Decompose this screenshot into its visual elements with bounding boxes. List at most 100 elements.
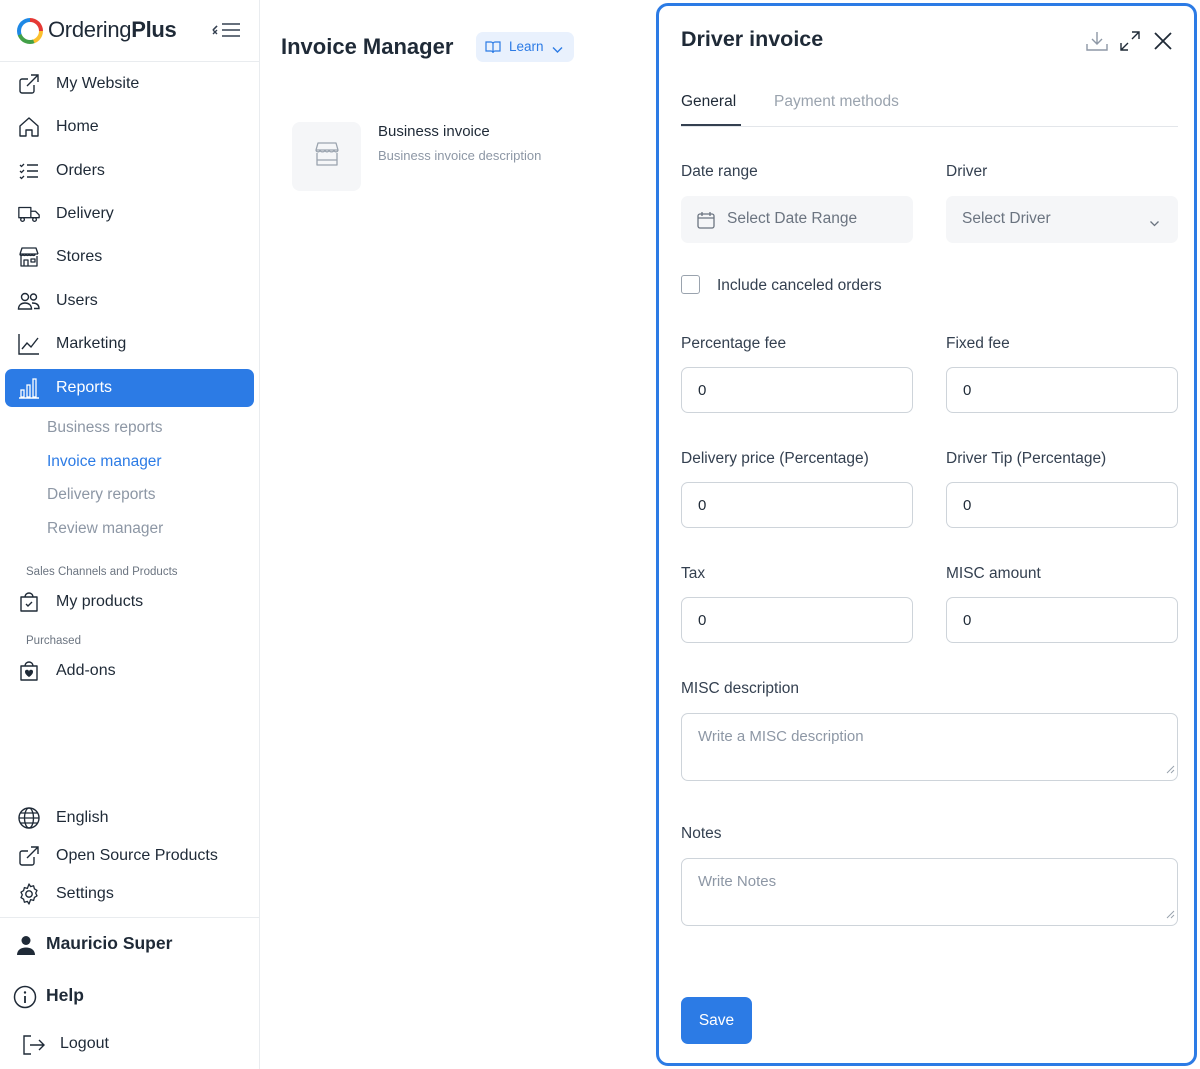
tabs-divider bbox=[681, 126, 1178, 127]
sidebar-item-label: My products bbox=[56, 593, 144, 610]
driver-select[interactable]: Select Driver bbox=[946, 196, 1178, 243]
book-icon bbox=[485, 40, 501, 57]
business-invoice-card[interactable]: Business invoice Business invoice descri… bbox=[292, 122, 592, 192]
tab-payment-methods[interactable]: Payment methods bbox=[774, 93, 899, 111]
active-tab-indicator bbox=[681, 124, 741, 126]
sidebar-item-reports[interactable]: Reports bbox=[5, 369, 254, 407]
sidebar-item-label: Settings bbox=[56, 885, 114, 902]
sidebar-item-label: Home bbox=[56, 118, 99, 135]
misc-description-placeholder: Write a MISC description bbox=[698, 728, 864, 745]
sidebar-item-label: Add-ons bbox=[56, 662, 116, 679]
notes-placeholder: Write Notes bbox=[698, 873, 777, 890]
bar-chart-icon bbox=[17, 377, 41, 399]
business-invoice-title: Business invoice bbox=[378, 123, 490, 140]
notes-label: Notes bbox=[681, 825, 722, 842]
gear-icon bbox=[17, 883, 41, 905]
page-title: Invoice Manager bbox=[281, 34, 454, 59]
misc-amount-input[interactable]: 0 bbox=[946, 597, 1178, 643]
users-icon bbox=[17, 290, 41, 312]
brand-name: OrderingPlus bbox=[48, 17, 177, 42]
chevron-down-icon bbox=[1149, 215, 1160, 233]
sidebar-item-stores[interactable]: Stores bbox=[5, 238, 254, 276]
logo-row: OrderingPlus bbox=[0, 0, 259, 62]
business-invoice-thumbnail bbox=[292, 122, 361, 191]
resize-grip-icon[interactable] bbox=[1166, 906, 1175, 923]
include-canceled-label[interactable]: Include canceled orders bbox=[717, 277, 882, 295]
sidebar-item-marketing[interactable]: Marketing bbox=[5, 325, 254, 363]
tab-general[interactable]: General bbox=[681, 93, 736, 111]
language-selector[interactable]: English bbox=[5, 799, 254, 837]
driver-label: Driver bbox=[946, 163, 988, 180]
sidebar-subitem-review-manager[interactable]: Review manager bbox=[47, 520, 163, 538]
graph-up-icon bbox=[17, 333, 41, 355]
sidebar-item-my-products[interactable]: My products bbox=[5, 583, 254, 621]
include-canceled-checkbox[interactable] bbox=[681, 275, 700, 294]
section-caption-sales-channels: Sales Channels and Products bbox=[26, 566, 178, 578]
learn-button[interactable]: Learn bbox=[476, 32, 574, 62]
shop-icon bbox=[17, 246, 41, 268]
logout-icon[interactable] bbox=[22, 1034, 46, 1056]
expand-icon bbox=[1120, 31, 1140, 51]
download-button[interactable] bbox=[1084, 28, 1110, 54]
sidebar-item-delivery[interactable]: Delivery bbox=[5, 195, 254, 233]
sidebar-item-my-website[interactable]: My Website bbox=[5, 65, 254, 103]
globe-icon bbox=[17, 807, 41, 829]
business-invoice-description: Business invoice description bbox=[378, 148, 542, 163]
user-avatar-icon bbox=[15, 934, 37, 956]
expand-button[interactable] bbox=[1117, 28, 1143, 54]
delivery-price-label: Delivery price (Percentage) bbox=[681, 450, 869, 467]
language-label: English bbox=[56, 809, 109, 826]
chevron-down-icon bbox=[552, 42, 563, 57]
sidebar-subitem-invoice-manager[interactable]: Invoice manager bbox=[47, 453, 162, 471]
driver-select-value: Select Driver bbox=[962, 210, 1051, 227]
fixed-fee-label: Fixed fee bbox=[946, 335, 1010, 352]
date-range-placeholder: Select Date Range bbox=[727, 210, 858, 227]
list-icon bbox=[17, 160, 41, 182]
fixed-fee-input[interactable]: 0 bbox=[946, 367, 1178, 413]
bag-check-icon bbox=[17, 591, 41, 613]
close-icon bbox=[1154, 32, 1172, 50]
ordering-plus-logo-icon bbox=[17, 18, 43, 44]
collapse-sidebar-button[interactable] bbox=[210, 18, 244, 42]
sidebar-item-label: Delivery bbox=[56, 205, 114, 222]
delivery-price-input[interactable]: 0 bbox=[681, 482, 913, 528]
help-icon[interactable] bbox=[13, 985, 37, 1009]
tax-input[interactable]: 0 bbox=[681, 597, 913, 643]
store-icon bbox=[313, 141, 341, 172]
percentage-fee-input[interactable]: 0 bbox=[681, 367, 913, 413]
external-link-icon bbox=[17, 73, 41, 95]
user-profile-name[interactable]: Mauricio Super bbox=[46, 933, 172, 954]
percentage-fee-label: Percentage fee bbox=[681, 335, 787, 352]
help-link[interactable]: Help bbox=[46, 985, 84, 1006]
driver-tip-label: Driver Tip (Percentage) bbox=[946, 450, 1107, 467]
date-range-picker[interactable]: Select Date Range bbox=[681, 196, 913, 243]
close-button[interactable] bbox=[1150, 28, 1176, 54]
misc-description-textarea[interactable]: Write a MISC description bbox=[681, 713, 1178, 781]
divider bbox=[0, 917, 259, 918]
sidebar-item-settings[interactable]: Settings bbox=[5, 875, 254, 913]
sidebar-item-label: Orders bbox=[56, 162, 105, 179]
section-caption-purchased: Purchased bbox=[26, 635, 81, 647]
external-link-icon bbox=[17, 845, 41, 867]
sidebar: OrderingPlus My Website Home Orders Deli… bbox=[0, 0, 260, 1069]
sidebar-subitem-business-reports[interactable]: Business reports bbox=[47, 419, 162, 437]
sidebar-item-users[interactable]: Users bbox=[5, 282, 254, 320]
driver-tip-input[interactable]: 0 bbox=[946, 482, 1178, 528]
sidebar-item-label: Open Source Products bbox=[56, 847, 218, 864]
sidebar-item-open-source-products[interactable]: Open Source Products bbox=[5, 837, 254, 875]
sidebar-subitem-delivery-reports[interactable]: Delivery reports bbox=[47, 486, 156, 504]
logout-link[interactable]: Logout bbox=[60, 1035, 109, 1053]
truck-icon bbox=[17, 203, 41, 225]
misc-description-label: MISC description bbox=[681, 680, 800, 697]
bag-heart-icon bbox=[17, 660, 41, 682]
misc-amount-label: MISC amount bbox=[946, 565, 1041, 582]
driver-invoice-drawer: Driver invoice General Payment methods D… bbox=[656, 3, 1197, 1066]
notes-textarea[interactable]: Write Notes bbox=[681, 858, 1178, 926]
save-button[interactable]: Save bbox=[681, 997, 752, 1044]
tax-label: Tax bbox=[681, 565, 706, 582]
sidebar-item-home[interactable]: Home bbox=[5, 108, 254, 146]
resize-grip-icon[interactable] bbox=[1166, 761, 1175, 778]
sidebar-item-add-ons[interactable]: Add-ons bbox=[5, 652, 254, 690]
sidebar-item-orders[interactable]: Orders bbox=[5, 152, 254, 190]
collapse-menu-icon bbox=[212, 23, 240, 37]
